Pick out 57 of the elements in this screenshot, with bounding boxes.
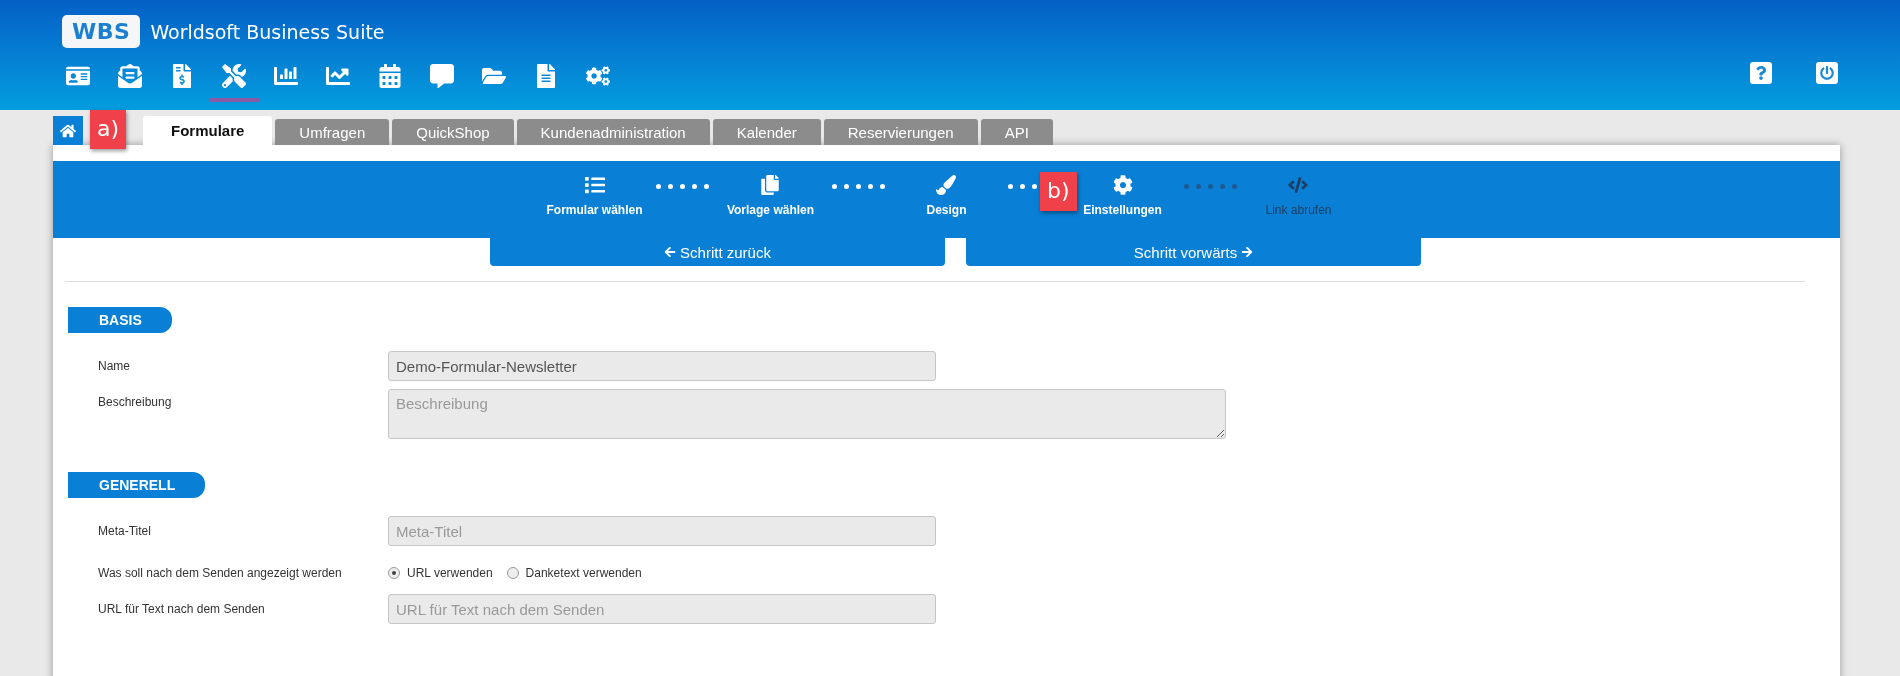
- input-field[interactable]: Demo-Formular-Newsletter: [388, 351, 936, 381]
- bar-chart-icon: [274, 64, 298, 88]
- question-mark-icon: [1754, 66, 1768, 80]
- line-chart-icon: [326, 64, 350, 88]
- step-item[interactable]: Design: [926, 175, 967, 217]
- input-field[interactable]: Meta-Titel: [388, 516, 936, 546]
- radio-label: URL verwenden: [407, 566, 493, 580]
- documents-icon: [760, 175, 781, 195]
- invoice-icon: [170, 64, 194, 88]
- tools-icon: [222, 64, 246, 88]
- step-item[interactable]: Formular wählen: [546, 175, 643, 217]
- tab[interactable]: Kundenadministration: [516, 119, 710, 145]
- radio-button[interactable]: [388, 567, 400, 579]
- tab[interactable]: Umfragen: [275, 119, 390, 145]
- envelope-icon: [118, 64, 142, 88]
- step-forward-button[interactable]: Schritt vorwärts: [966, 238, 1421, 266]
- home-icon: [60, 122, 76, 139]
- text-area[interactable]: Beschreibung: [388, 389, 1226, 439]
- field-label: Name: [98, 359, 131, 373]
- section-heading: BASIS: [68, 307, 172, 333]
- home-tab[interactable]: [53, 116, 83, 145]
- field-label: Beschreibung: [98, 394, 173, 409]
- calendar-icon: [378, 64, 402, 88]
- code-icon: [1288, 175, 1309, 195]
- step-item[interactable]: Link abrufen: [1265, 175, 1332, 217]
- step-item[interactable]: Vorlage wählen: [726, 175, 815, 217]
- document-icon: [534, 64, 558, 88]
- section-heading: GENERELL: [68, 472, 206, 498]
- callout-badge: a): [90, 110, 127, 149]
- callout-badge: b): [1040, 172, 1077, 211]
- tab[interactable]: Reservierungen: [823, 119, 978, 145]
- arrow-left-icon: [664, 246, 677, 258]
- tab[interactable]: Formulare: [143, 116, 273, 145]
- radio-button[interactable]: [506, 567, 519, 579]
- step-back-button[interactable]: Schritt zurück: [490, 238, 945, 266]
- app-logo: WBS: [62, 15, 141, 48]
- step-item[interactable]: Einstellungen: [1083, 175, 1162, 217]
- id-card-icon: [66, 64, 90, 88]
- nav-button[interactable]: [209, 64, 259, 102]
- power-button[interactable]: [1816, 62, 1838, 84]
- field-label: URL für Text nach dem Senden: [98, 602, 266, 616]
- tab[interactable]: API: [980, 119, 1053, 145]
- list-icon: [584, 175, 605, 195]
- field-label: Was soll nach dem Senden angezeigt werden: [98, 566, 343, 580]
- field-label: Meta-Titel: [98, 524, 152, 538]
- message-icon: [430, 64, 454, 88]
- app-title: Worldsoft Business Suite: [150, 20, 385, 43]
- settings-icon: [1112, 175, 1133, 195]
- brush-icon: [936, 175, 957, 195]
- arrow-right-icon: [1241, 246, 1254, 258]
- power-icon: [1820, 66, 1834, 80]
- gears-icon: [586, 64, 610, 88]
- tab[interactable]: QuickShop: [392, 119, 514, 145]
- input-field[interactable]: URL für Text nach dem Senden: [388, 594, 936, 624]
- tab[interactable]: Kalender: [712, 119, 821, 145]
- help-button[interactable]: [1750, 62, 1772, 84]
- radio-label: Danketext verwenden: [525, 566, 642, 580]
